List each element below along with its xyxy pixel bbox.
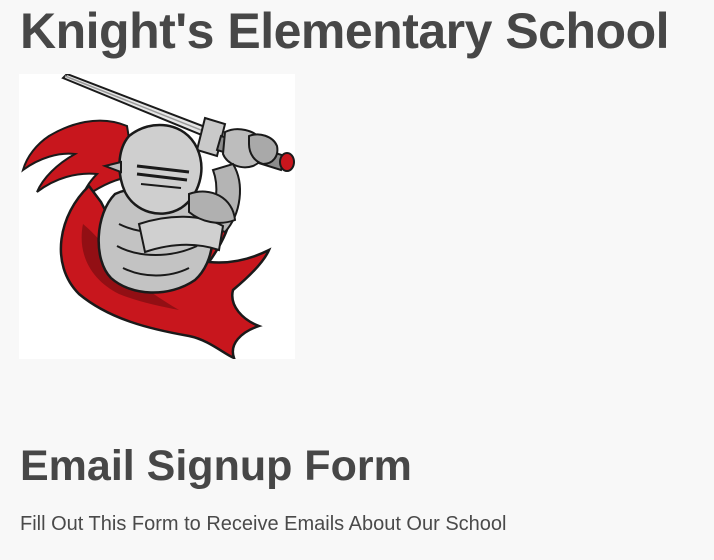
form-subtitle: Fill Out This Form to Receive Emails Abo… — [20, 513, 507, 535]
knight-mascot-icon — [21, 74, 295, 359]
school-title: Knight's Elementary School — [20, 3, 670, 59]
form-title: Email Signup Form — [20, 442, 412, 490]
knight-mascot-logo — [19, 74, 295, 359]
